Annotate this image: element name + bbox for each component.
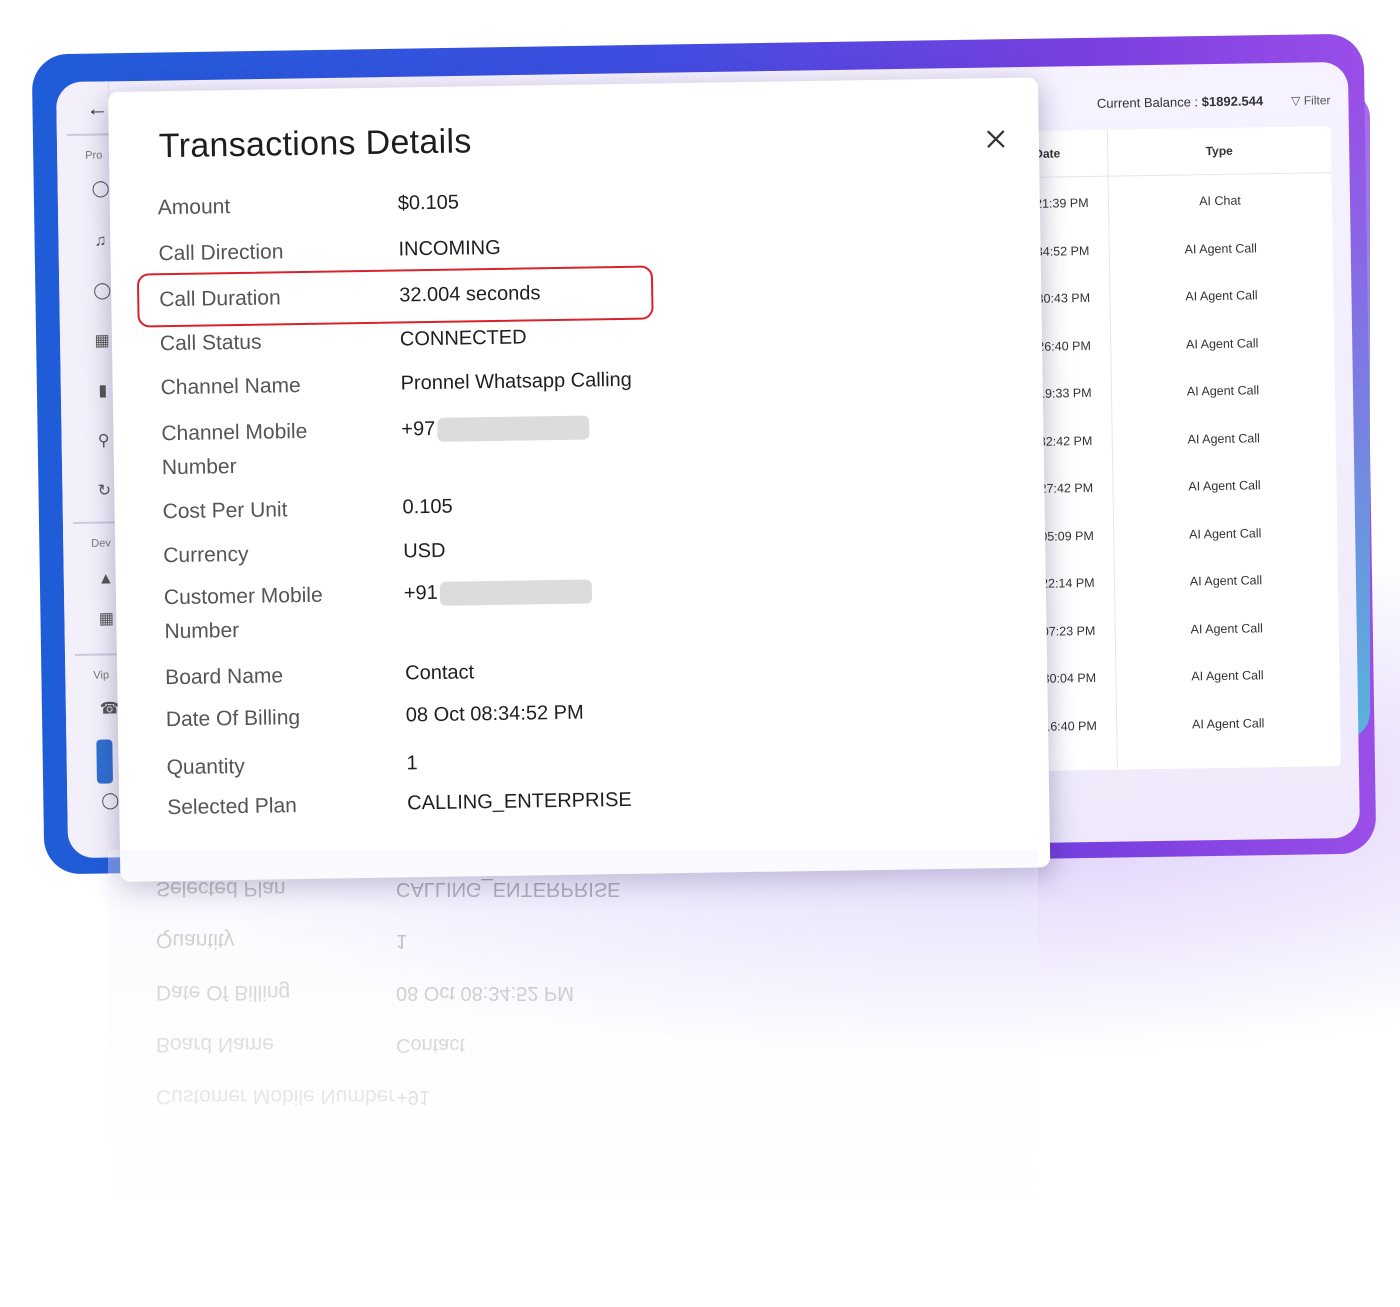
sidebar-divider (74, 653, 117, 656)
detail-value: Pronnel Whatsapp Calling (400, 368, 633, 395)
refresh-icon[interactable]: ↻ (96, 482, 112, 499)
user-icon[interactable]: ◯ (92, 180, 110, 197)
reflection-label: Customer Mobile Number (156, 1085, 396, 1108)
detail-label: Currency (163, 542, 249, 568)
detail-value: $0.105 (397, 191, 460, 215)
detail-label: Date Of Billing (165, 706, 301, 732)
filter-icon: ▽ (1291, 93, 1301, 108)
topbar: Current Balance : $1892.544 ▽ Filter (1097, 92, 1331, 111)
detail-label: Cost Per Unit (162, 498, 288, 524)
detail-label: Board Name (165, 664, 284, 690)
bell-icon[interactable]: ♫ (92, 232, 108, 249)
detail-value: CALLING_ENTERPRISE (407, 788, 632, 815)
modal-title: Transactions Details (158, 122, 472, 166)
reflection-label: Selected Plan (156, 877, 286, 900)
detail-label: Customer Mobile Number (163, 583, 323, 644)
reflection-label: Board Name (156, 1033, 274, 1056)
detail-label: Call Direction (158, 240, 284, 266)
sidebar-active-item[interactable] (96, 739, 114, 784)
detail-value: Contact (404, 661, 475, 685)
detail-label: Call Duration (159, 286, 281, 312)
row-type: AI Agent Call (1188, 525, 1262, 541)
reflection-label: Quantity (156, 929, 235, 952)
row-type: AI Agent Call (1188, 478, 1261, 494)
sidebar-section-label: Pro (85, 149, 103, 162)
current-balance: Current Balance : $1892.544 (1097, 93, 1263, 111)
detail-value: CONNECTED (399, 326, 527, 351)
detail-label: Selected Plan (167, 794, 298, 820)
detail-row: Quantity 1 (166, 738, 1006, 779)
detail-row: Board Name Contact (165, 648, 1005, 689)
detail-value: 1 (406, 752, 418, 775)
detail-row: Cost Per Unit 0.105 (162, 482, 1002, 524)
redacted-number-mask (439, 579, 593, 606)
sidebar-section-label: Vip (93, 669, 110, 682)
detail-value: +91 (404, 574, 593, 609)
row-type: AI Agent Call (1186, 383, 1260, 399)
detail-label: Call Status (159, 330, 262, 356)
detail-label: Quantity (166, 754, 246, 780)
calendar-icon[interactable]: ▦ (94, 332, 110, 349)
phone-icon[interactable]: ☎ (100, 700, 120, 717)
detail-value: 0.105 (402, 495, 453, 519)
reflection-value: 08 Oct 08:34:52 PM (396, 982, 574, 1004)
row-type: AI Agent Call (1189, 573, 1263, 589)
row-type: AI Agent Call (1191, 715, 1265, 731)
row-type: AI Agent Call (1190, 620, 1263, 636)
detail-row: Channel Mobile Number +97 (161, 404, 1001, 479)
reflection-value: Contact (396, 1034, 465, 1056)
user-icon[interactable]: ◯ (101, 792, 119, 809)
reflection-label: Date Of Billing (156, 981, 291, 1004)
detail-label: Amount (157, 195, 231, 220)
column-header-type[interactable]: Type (1107, 126, 1332, 176)
sidebar-divider (72, 521, 115, 524)
balance-value: $1892.544 (1201, 93, 1264, 110)
row-type: AI Chat (1199, 193, 1241, 209)
detail-value: INCOMING (398, 236, 501, 261)
reflection-panel: Selected Plan CALLING_ENTERPRISE Quantity 1… (108, 850, 1038, 1270)
detail-row: Channel Name Pronnel Whatsapp Calling (160, 358, 1000, 399)
balance-label: Current Balance : (1096, 94, 1199, 111)
floor-reflection: Selected Plan CALLING_ENTERPRISE Quantity 1… (0, 850, 1400, 1270)
detail-label: Channel Name (160, 374, 301, 400)
detail-label: Channel Mobile Number (161, 419, 308, 480)
detail-row: Call Direction INCOMING (158, 224, 998, 265)
row-type: AI Agent Call (1191, 668, 1264, 684)
back-arrow-icon[interactable]: ← (86, 95, 108, 121)
key-icon[interactable]: ⚲ (96, 432, 112, 449)
row-type: AI Agent Call (1187, 430, 1260, 446)
user-icon[interactable]: ◯ (93, 282, 111, 299)
agent-icon[interactable]: ▲ (98, 570, 114, 587)
sidebar-divider (66, 133, 109, 137)
transaction-details-modal: Transactions Details Amount $0.105 Call Di… (108, 77, 1051, 882)
reflection-value: CALLING_ENTERPRISE (396, 878, 621, 900)
row-type: AI Agent Call (1184, 240, 1257, 256)
filter-button[interactable]: ▽ Filter (1291, 93, 1330, 108)
reflection-value: +91 (396, 1086, 430, 1108)
filter-label: Filter (1303, 92, 1331, 108)
detail-row: Amount $0.105 (158, 178, 998, 220)
detail-value: 32.004 seconds (399, 282, 541, 307)
redacted-number-mask (437, 415, 590, 442)
row-type: AI Agent Call (1185, 288, 1258, 304)
grid-icon[interactable]: ▦ (98, 610, 114, 627)
reflection-value: 1 (396, 930, 408, 952)
row-type: AI Agent Call (1185, 335, 1259, 351)
close-icon[interactable] (985, 128, 1007, 150)
detail-row: Currency USD (163, 526, 1003, 567)
detail-value: +97 (401, 410, 590, 445)
detail-value: 08 Oct 08:34:52 PM (405, 701, 584, 727)
media-icon[interactable]: ▮ (95, 382, 111, 399)
sidebar-section-label: Dev (91, 537, 111, 550)
detail-value: USD (403, 539, 446, 563)
